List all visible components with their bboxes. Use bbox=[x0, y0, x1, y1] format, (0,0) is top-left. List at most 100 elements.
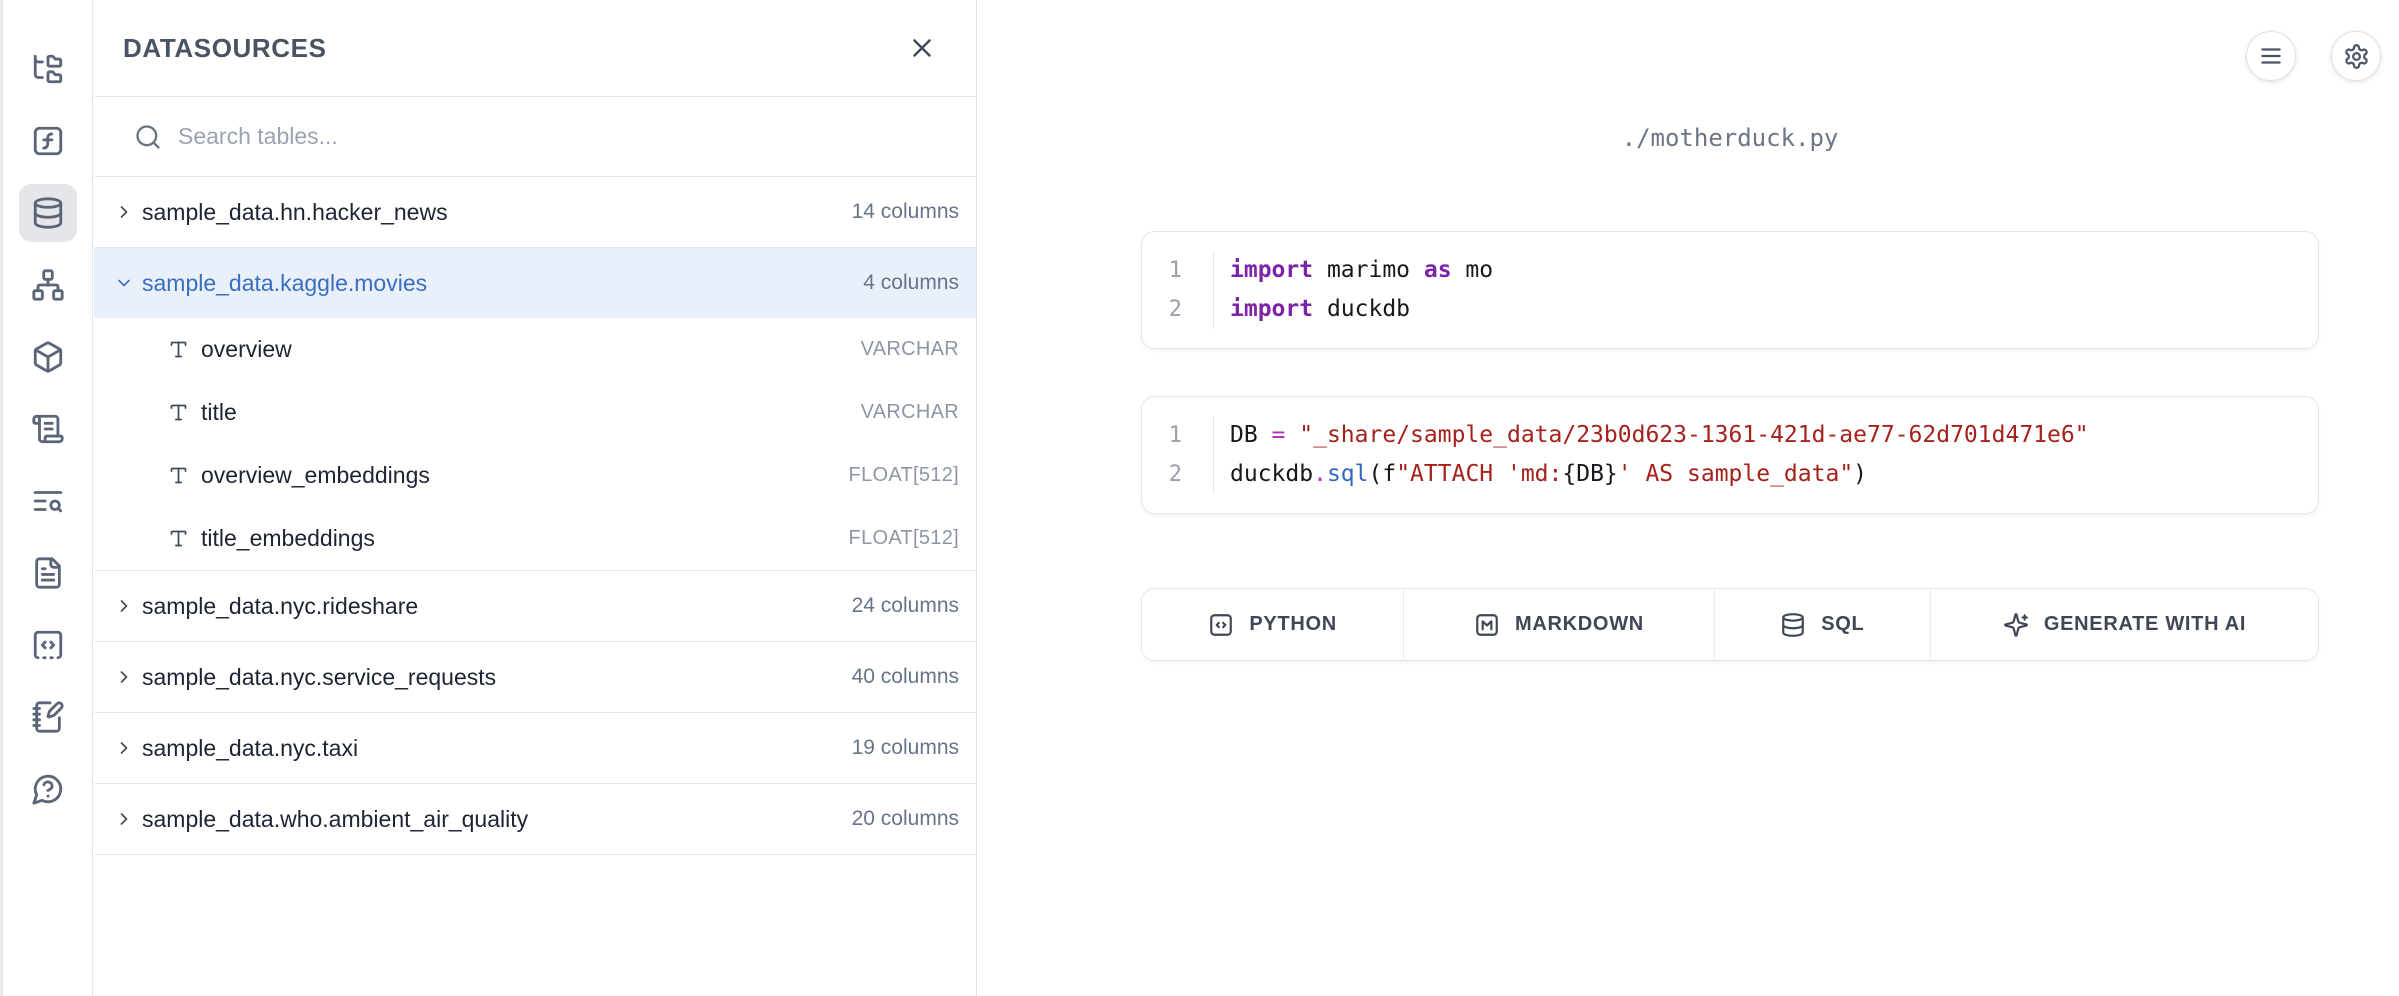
chevron-right-icon bbox=[114, 596, 134, 616]
table-group: sample_data.hn.hacker_news 14 columns bbox=[94, 177, 976, 248]
network-icon bbox=[31, 268, 65, 302]
column-row[interactable]: overview_embeddings FLOAT[512] bbox=[94, 444, 976, 507]
rail-item-datasources[interactable] bbox=[19, 184, 77, 242]
box-icon bbox=[31, 340, 65, 374]
rail-item-logs[interactable] bbox=[19, 472, 77, 530]
button-label: MARKDOWN bbox=[1515, 613, 1644, 636]
column-name: overview bbox=[201, 336, 292, 363]
chevron-right-icon bbox=[114, 202, 134, 222]
code-cell[interactable]: 12 DB = "_share/sample_data/23b0d623-1361… bbox=[1141, 396, 2319, 514]
table-row[interactable]: sample_data.kaggle.movies 4 columns bbox=[94, 248, 976, 318]
table-group: sample_data.nyc.service_requests40 colum… bbox=[94, 642, 976, 713]
cell-code: import marimo as moimport duckdb bbox=[1214, 251, 1493, 329]
type-icon bbox=[168, 339, 189, 360]
search-tables-input[interactable] bbox=[178, 123, 956, 150]
table-name: sample_data.who.ambient_air_quality bbox=[142, 806, 528, 833]
table-columns-count: 4 columns bbox=[863, 271, 959, 295]
add-cell-generate-with-ai-button[interactable]: GENERATE WITH AI bbox=[1931, 589, 2318, 660]
column-name: title bbox=[201, 399, 237, 426]
table-name: sample_data.nyc.rideshare bbox=[142, 593, 418, 620]
gear-icon bbox=[2343, 43, 2370, 70]
table-group: sample_data.nyc.taxi 19 columns bbox=[94, 713, 976, 784]
code-line: import marimo as mo bbox=[1230, 251, 1493, 290]
table-row[interactable]: sample_data.who.ambient_air_quality 20 co… bbox=[94, 784, 976, 854]
cell-code: DB = "_share/sample_data/23b0d623-1361-4… bbox=[1214, 416, 2089, 494]
datasources-panel: DATASOURCES sample_data.hn.hacker_news 14… bbox=[94, 0, 977, 996]
column-row[interactable]: title_embeddings FLOAT[512] bbox=[94, 507, 976, 570]
type-icon bbox=[168, 528, 189, 549]
rail-item-snippets[interactable] bbox=[19, 616, 77, 674]
add-cell-toolbar: PYTHON MARKDOWN SQL GENERATE WITH AI bbox=[1141, 588, 2319, 661]
table-group: sample_data.who.ambient_air_quality 20 co… bbox=[94, 784, 976, 855]
code-cell[interactable]: 12import marimo as moimport duckdb bbox=[1141, 231, 2319, 349]
column-type: FLOAT[512] bbox=[849, 527, 959, 550]
add-cell-python-button[interactable]: PYTHON bbox=[1142, 589, 1404, 660]
rail-item-scratchpad[interactable] bbox=[19, 688, 77, 746]
table-row[interactable]: sample_data.nyc.rideshare 24 columns bbox=[94, 571, 976, 641]
chevron-down-icon bbox=[114, 273, 134, 293]
line-number: 1 bbox=[1142, 251, 1182, 290]
table-columns-count: 24 columns bbox=[852, 594, 959, 618]
table-columns-count: 20 columns bbox=[852, 807, 959, 831]
rail-item-outline[interactable] bbox=[19, 400, 77, 458]
column-row[interactable]: overview VARCHAR bbox=[94, 318, 976, 381]
code-line: import duckdb bbox=[1230, 290, 1493, 329]
line-number: 2 bbox=[1142, 290, 1182, 329]
rail-item-file-explorer[interactable] bbox=[19, 40, 77, 98]
sidebar-icon-rail bbox=[0, 0, 93, 996]
table-row[interactable]: sample_data.nyc.service_requests40 colum… bbox=[94, 642, 976, 712]
cell-gutter: 12 bbox=[1142, 251, 1214, 329]
notebook-menu-button[interactable] bbox=[2246, 31, 2296, 81]
settings-button[interactable] bbox=[2331, 31, 2381, 81]
rail-item-documentation[interactable] bbox=[19, 544, 77, 602]
database-icon bbox=[1780, 612, 1806, 638]
table-name: sample_data.hn.hacker_news bbox=[142, 199, 448, 226]
table-name: sample_data.kaggle.movies bbox=[142, 270, 427, 297]
scroll-text-icon bbox=[31, 412, 65, 446]
column-name: title_embeddings bbox=[201, 525, 375, 552]
sparkles-icon bbox=[2003, 612, 2029, 638]
rail-item-dependencies[interactable] bbox=[19, 256, 77, 314]
notebook-main-area: ./motherduck.py 12import marimo as moimp… bbox=[978, 0, 2399, 996]
table-name: sample_data.nyc.service_requests bbox=[142, 664, 496, 691]
chevron-right-icon bbox=[114, 809, 134, 829]
line-number: 2 bbox=[1142, 455, 1182, 494]
add-cell-sql-button[interactable]: SQL bbox=[1715, 589, 1931, 660]
button-label: SQL bbox=[1821, 613, 1864, 636]
column-type: FLOAT[512] bbox=[849, 464, 959, 487]
search-icon bbox=[134, 123, 162, 151]
line-number: 1 bbox=[1142, 416, 1182, 455]
button-label: PYTHON bbox=[1249, 613, 1337, 636]
menu-icon bbox=[2258, 43, 2284, 69]
chevron-right-icon bbox=[114, 738, 134, 758]
square-code-dashed-icon bbox=[31, 628, 65, 662]
code-line: DB = "_share/sample_data/23b0d623-1361-4… bbox=[1230, 416, 2089, 455]
panel-header: DATASOURCES bbox=[94, 0, 976, 97]
message-question-icon bbox=[31, 772, 65, 806]
search-bar bbox=[94, 97, 976, 177]
column-name: overview_embeddings bbox=[201, 462, 430, 489]
table-row[interactable]: sample_data.nyc.taxi 19 columns bbox=[94, 713, 976, 783]
code-line: duckdb.sql(f"ATTACH 'md:{DB}' AS sample_… bbox=[1230, 455, 2089, 494]
table-columns-count: 19 columns bbox=[852, 736, 959, 760]
column-row[interactable]: title VARCHAR bbox=[94, 381, 976, 444]
add-cell-markdown-button[interactable]: MARKDOWN bbox=[1404, 589, 1714, 660]
chevron-right-icon bbox=[114, 667, 134, 687]
table-columns-count: 14 columns bbox=[852, 200, 959, 224]
rail-item-variables[interactable] bbox=[19, 112, 77, 170]
file-text-icon bbox=[31, 556, 65, 590]
database-icon bbox=[31, 196, 65, 230]
table-name: sample_data.nyc.taxi bbox=[142, 735, 358, 762]
table-row[interactable]: sample_data.hn.hacker_news 14 columns bbox=[94, 177, 976, 247]
close-panel-button[interactable] bbox=[900, 26, 944, 70]
column-type: VARCHAR bbox=[861, 338, 959, 361]
text-search-icon bbox=[31, 484, 65, 518]
table-group: sample_data.kaggle.movies 4 columns overvi… bbox=[94, 248, 976, 571]
notebook-pen-icon bbox=[31, 700, 65, 734]
tables-list: sample_data.hn.hacker_news14 columnssamp… bbox=[94, 177, 976, 855]
notebook-filename: ./motherduck.py bbox=[1141, 124, 2319, 152]
column-type: VARCHAR bbox=[861, 401, 959, 424]
function-square-icon bbox=[31, 124, 65, 158]
rail-item-chat[interactable] bbox=[19, 760, 77, 818]
rail-item-packages[interactable] bbox=[19, 328, 77, 386]
